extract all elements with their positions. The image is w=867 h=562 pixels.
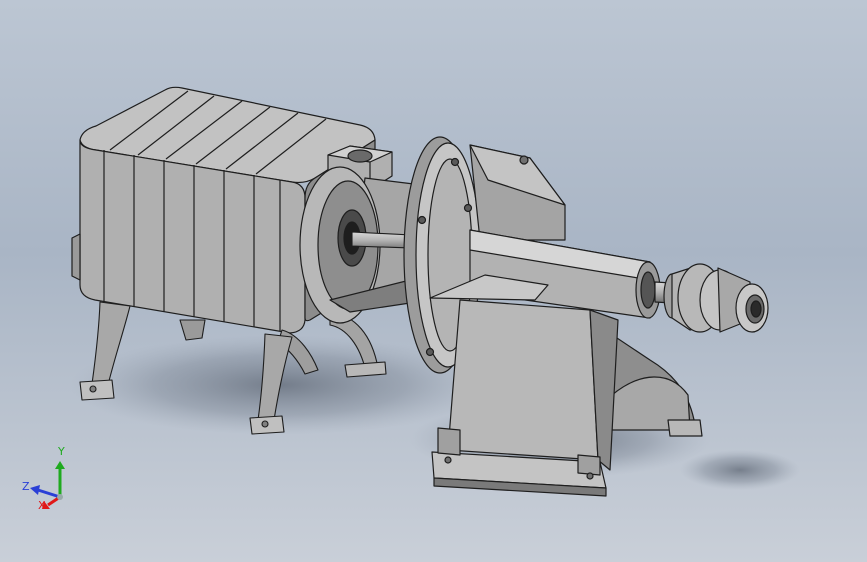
pump-assembly-model[interactable] bbox=[0, 0, 867, 562]
triad-x-label: X bbox=[38, 499, 46, 512]
graphics-viewport[interactable]: Y Z X bbox=[0, 0, 867, 562]
drive-coupling bbox=[654, 263, 769, 333]
triad-origin bbox=[57, 494, 63, 500]
triad-z-label: Z bbox=[22, 480, 30, 493]
triad-z-arrowhead bbox=[30, 485, 40, 495]
triad-y-label: Y bbox=[58, 445, 65, 458]
triad-y-arrowhead bbox=[55, 461, 65, 469]
triad-z-axis bbox=[37, 488, 61, 499]
